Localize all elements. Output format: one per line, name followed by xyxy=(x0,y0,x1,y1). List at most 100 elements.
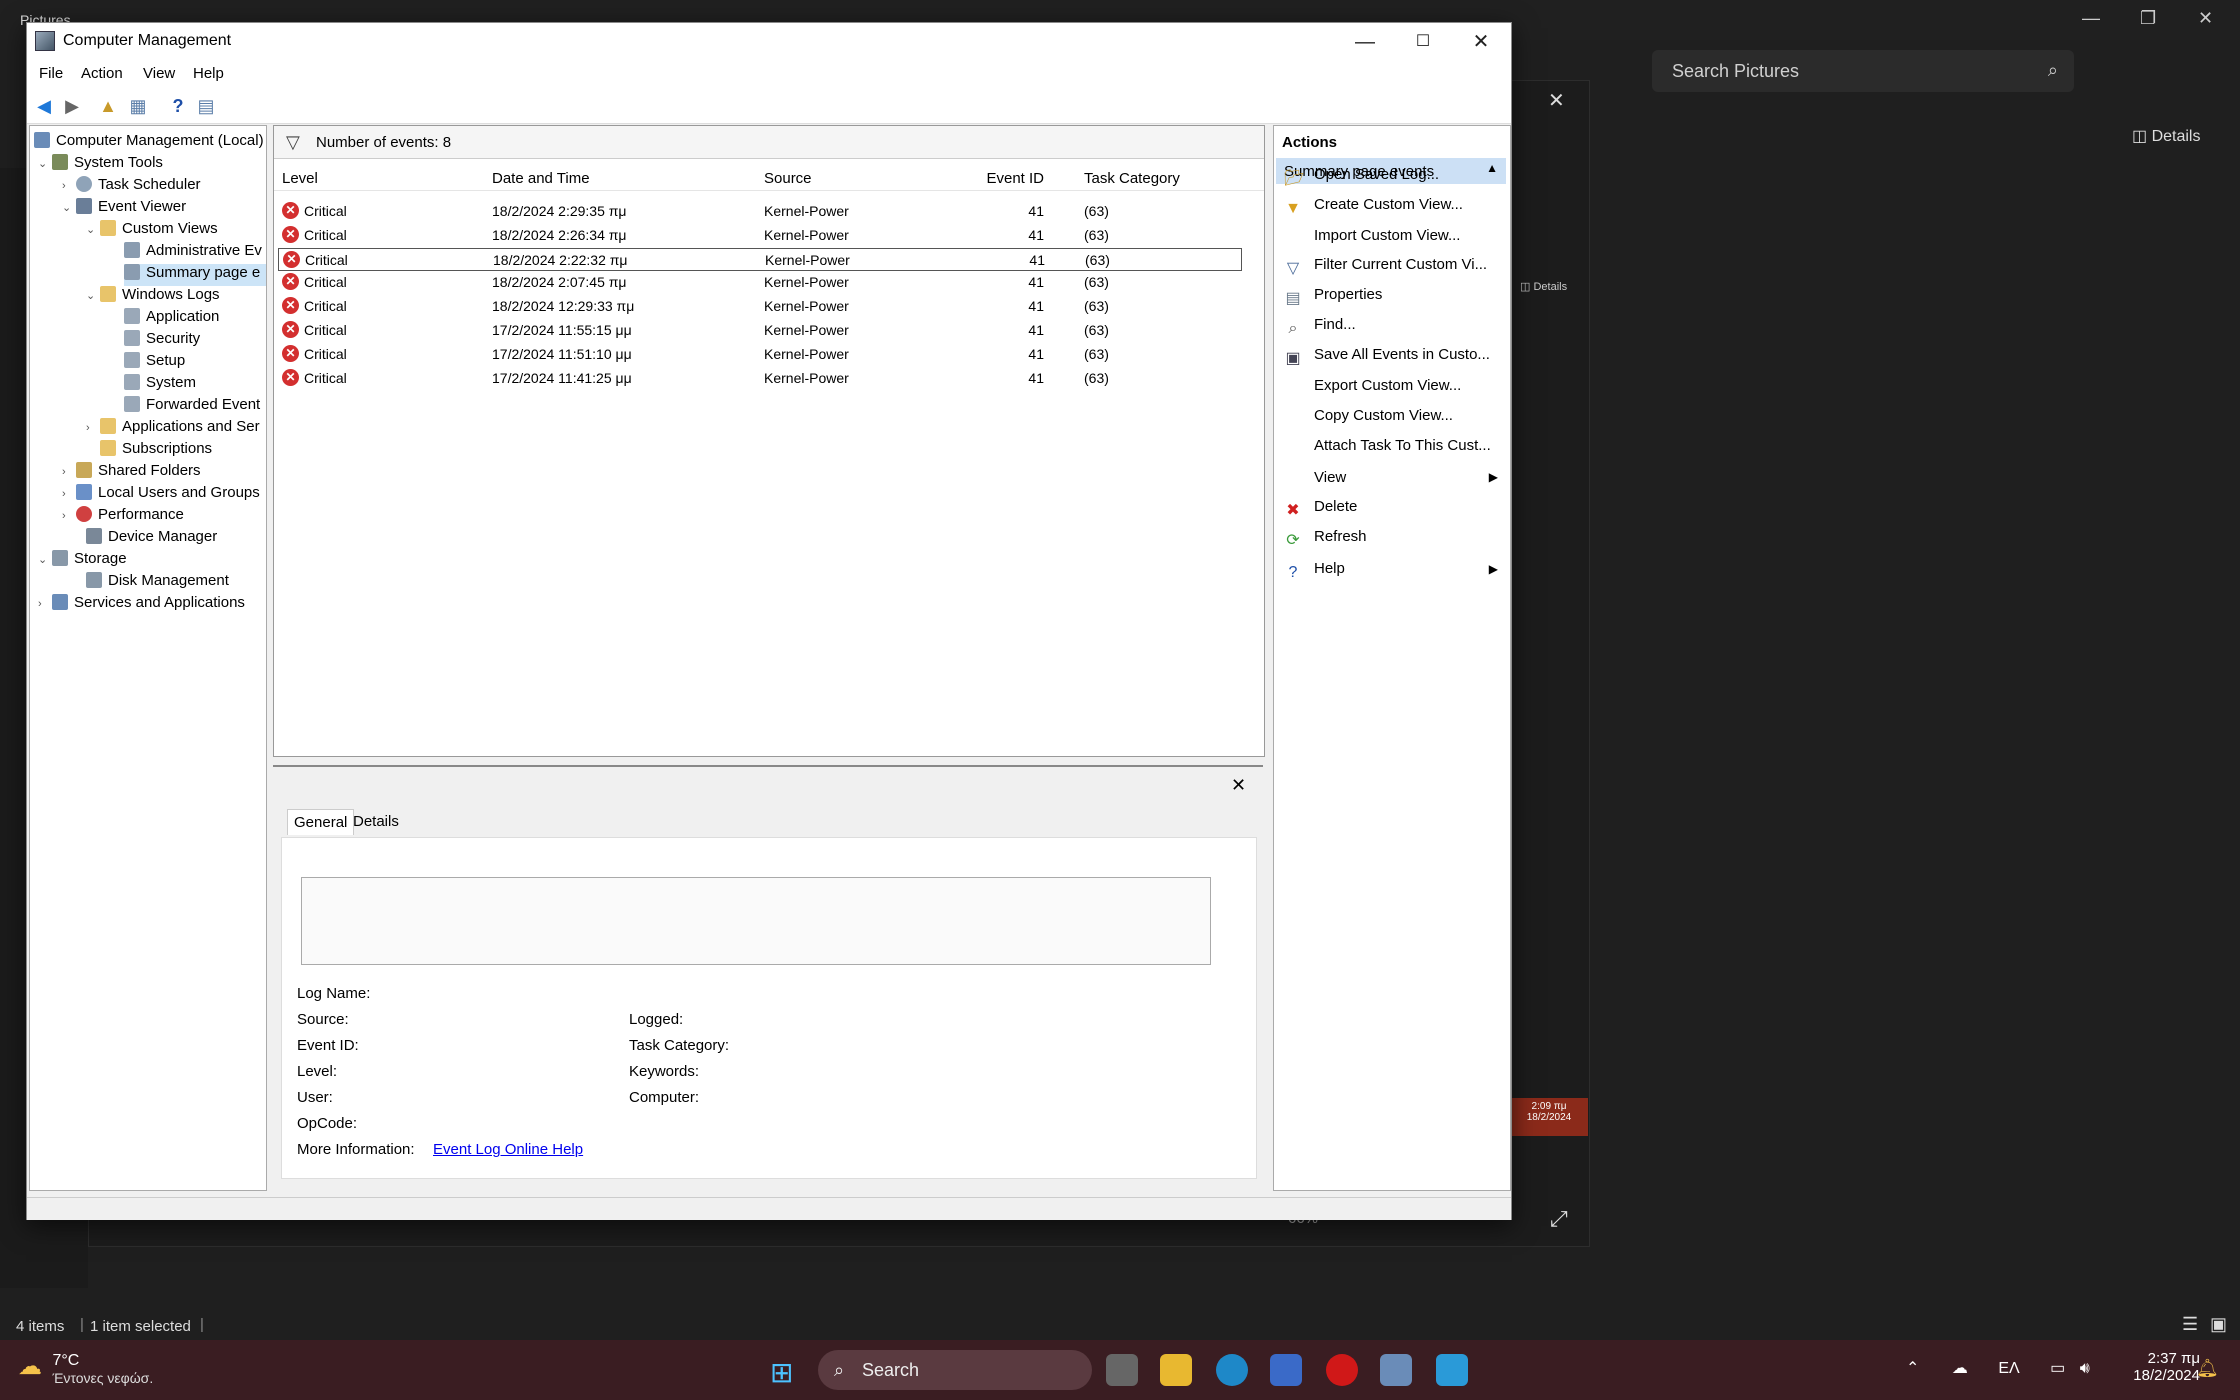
action-properties[interactable]: ▤ Properties xyxy=(1284,286,1504,312)
table-row[interactable]: ✕ Critical 18/2/2024 2:22:32 πμ Kernel-Powe… xyxy=(278,247,1242,271)
tree-item-root[interactable]: Computer Management (Local) xyxy=(34,132,264,154)
tree-item-storage[interactable]: ⌄ Storage xyxy=(38,550,127,572)
chevron-right-icon[interactable]: › xyxy=(38,598,52,610)
edge-icon[interactable] xyxy=(1216,1354,1248,1386)
minimize-button[interactable]: — xyxy=(1337,27,1393,57)
event-log-help-link[interactable]: Event Log Online Help xyxy=(433,1141,583,1158)
chevron-up-icon[interactable]: ⌃ xyxy=(1906,1360,1919,1377)
tree-item-shared-folders[interactable]: › Shared Folders xyxy=(62,462,201,484)
forward-icon[interactable]: ▶ xyxy=(61,95,83,117)
tree-item-event-viewer[interactable]: ⌄ Event Viewer xyxy=(62,198,186,220)
chevron-right-icon[interactable]: › xyxy=(62,488,76,500)
language-indicator[interactable]: ΕΛ xyxy=(1998,1360,2019,1377)
column-level[interactable]: Level xyxy=(282,170,318,187)
maximize-icon[interactable]: ❐ xyxy=(2140,8,2156,29)
action-find[interactable]: ⌕ Find... xyxy=(1284,316,1504,342)
action-filter-current-custom-vi[interactable]: ▽ Filter Current Custom Vi... xyxy=(1284,256,1504,282)
chevron-down-icon[interactable]: ⌄ xyxy=(38,553,52,566)
fullscreen-icon[interactable]: ⤢ xyxy=(1550,1206,1568,1232)
tree-item-setup[interactable]: Setup xyxy=(124,352,185,374)
column-task-category[interactable]: Task Category xyxy=(1084,170,1180,187)
action-open-saved-log[interactable]: 📂︎ Open Saved Log... xyxy=(1284,166,1504,192)
close-icon[interactable]: ✕ xyxy=(1548,88,1565,113)
tree-item-system-tools[interactable]: ⌄ System Tools xyxy=(38,154,163,176)
tree-item-application[interactable]: Application xyxy=(124,308,219,330)
tree-item-windows-logs[interactable]: ⌄ Windows Logs xyxy=(86,286,220,308)
tree-item-administrative-events[interactable]: Administrative Ev xyxy=(124,242,262,264)
column-event-id[interactable]: Event ID xyxy=(942,170,1044,187)
back-icon[interactable]: ◀ xyxy=(33,95,55,117)
network-icon[interactable]: ▭ xyxy=(2050,1360,2065,1377)
task-view-icon[interactable] xyxy=(1106,1354,1138,1386)
details-button[interactable]: ◫ Details xyxy=(2132,126,2200,146)
action-view[interactable]: View ▶ xyxy=(1284,468,1504,494)
chevron-right-icon[interactable]: › xyxy=(62,510,76,522)
tree-item-performance[interactable]: › Performance xyxy=(62,506,184,528)
chevron-down-icon[interactable]: ⌄ xyxy=(86,289,100,302)
menu-action[interactable]: Action xyxy=(81,65,123,82)
tree-item-local-users[interactable]: › Local Users and Groups xyxy=(62,484,260,506)
show-action-pane-icon[interactable]: ▤ xyxy=(195,95,217,117)
table-row[interactable]: ✕ Critical 18/2/2024 2:26:34 πμ Kernel-Powe… xyxy=(278,224,1242,247)
chevron-right-icon[interactable]: › xyxy=(62,466,76,478)
chevron-down-icon[interactable]: ⌄ xyxy=(38,157,52,170)
menu-file[interactable]: File xyxy=(39,65,63,82)
column-date[interactable]: Date and Time xyxy=(492,170,590,187)
table-row[interactable]: ✕ Critical 17/2/2024 11:55:15 μμ Kernel-Pow… xyxy=(278,319,1242,342)
menu-help[interactable]: Help xyxy=(193,65,224,82)
details-button[interactable]: ◫ Details xyxy=(1520,280,1567,293)
action-refresh[interactable]: ⟳ Refresh xyxy=(1284,528,1504,554)
chevron-down-icon[interactable]: ⌄ xyxy=(62,201,76,214)
up-folder-icon[interactable]: ▲ xyxy=(97,95,119,117)
action-help[interactable]: ? Help ▶ xyxy=(1284,560,1504,586)
opera-icon[interactable] xyxy=(1326,1354,1358,1386)
computer-management-taskbar-icon[interactable] xyxy=(1380,1354,1412,1386)
table-row[interactable]: ✕ Critical 18/2/2024 2:07:45 πμ Kernel-Powe… xyxy=(278,271,1242,294)
windows-start-icon[interactable]: ⊞ xyxy=(770,1356,793,1389)
action-attach-task-to-this-cust[interactable]: Attach Task To This Cust... xyxy=(1284,436,1504,462)
tiles-view-icon[interactable]: ▣ xyxy=(2210,1314,2227,1335)
notification-bell-icon[interactable]: 🔔︎ xyxy=(2196,1358,2219,1379)
tree-item-device-manager[interactable]: Device Manager xyxy=(86,528,217,550)
explorer-search-input[interactable]: Search Pictures ⌕ xyxy=(1652,50,2074,92)
chevron-down-icon[interactable]: ⌄ xyxy=(86,223,100,236)
action-import-custom-view[interactable]: Import Custom View... xyxy=(1284,226,1504,252)
onedrive-icon[interactable]: ☁ xyxy=(1952,1360,1968,1377)
notification-badge[interactable]: 2:09 πμ 18/2/2024 xyxy=(1510,1098,1588,1136)
volume-icon[interactable]: 🔊︎ xyxy=(2080,1360,2090,1377)
table-row[interactable]: ✕ Critical 18/2/2024 12:29:33 πμ Kernel-Pow… xyxy=(278,295,1242,318)
tree-item-services-apps[interactable]: › Services and Applications xyxy=(38,594,245,616)
weather-widget[interactable]: ☁ 7°C Έντονες νεφώσ. xyxy=(18,1352,153,1386)
maximize-button[interactable]: ☐ xyxy=(1395,27,1451,57)
event-description-box[interactable] xyxy=(301,877,1211,965)
table-row[interactable]: ✕ Critical 18/2/2024 2:29:35 πμ Kernel-Powe… xyxy=(278,200,1242,223)
help-icon[interactable]: ? xyxy=(167,95,189,117)
chevron-right-icon[interactable]: › xyxy=(62,180,76,192)
tree-item-custom-views[interactable]: ⌄ Custom Views xyxy=(86,220,218,242)
tree-item-system[interactable]: System xyxy=(124,374,196,396)
action-export-custom-view[interactable]: Export Custom View... xyxy=(1284,376,1504,402)
clock[interactable]: 2:37 πμ 18/2/2024 xyxy=(2110,1350,2200,1384)
close-icon[interactable]: ✕ xyxy=(1231,775,1246,796)
tab-general[interactable]: General xyxy=(287,809,355,835)
tree-item-summary-page-events[interactable]: Summary page e xyxy=(124,264,266,286)
menu-view[interactable]: View xyxy=(143,65,175,82)
close-icon[interactable]: ✕ xyxy=(2198,8,2213,29)
action-delete[interactable]: ✖ Delete xyxy=(1284,498,1504,524)
show-hide-tree-icon[interactable]: ▦ xyxy=(127,95,149,117)
file-explorer-icon[interactable] xyxy=(1160,1354,1192,1386)
table-row[interactable]: ✕ Critical 17/2/2024 11:51:10 μμ Kernel-Pow… xyxy=(278,343,1242,366)
tree-item-applications-services[interactable]: › Applications and Ser xyxy=(86,418,260,440)
close-button[interactable]: ✕ xyxy=(1453,27,1509,57)
action-copy-custom-view[interactable]: Copy Custom View... xyxy=(1284,406,1504,432)
tab-details[interactable]: Details xyxy=(353,813,399,830)
action-create-custom-view[interactable]: ▼ Create Custom View... xyxy=(1284,196,1504,222)
store-icon[interactable] xyxy=(1270,1354,1302,1386)
tree-item-forwarded-events[interactable]: Forwarded Event xyxy=(124,396,260,418)
action-save-all-events-in-custo[interactable]: ▣ Save All Events in Custo... xyxy=(1284,346,1504,372)
table-row[interactable]: ✕ Critical 17/2/2024 11:41:25 μμ Kernel-Pow… xyxy=(278,367,1242,390)
chevron-right-icon[interactable]: › xyxy=(86,422,100,434)
minimize-icon[interactable]: — xyxy=(2082,8,2100,29)
tree-item-subscriptions[interactable]: Subscriptions xyxy=(100,440,212,462)
list-view-icon[interactable]: ☰ xyxy=(2182,1314,2198,1335)
